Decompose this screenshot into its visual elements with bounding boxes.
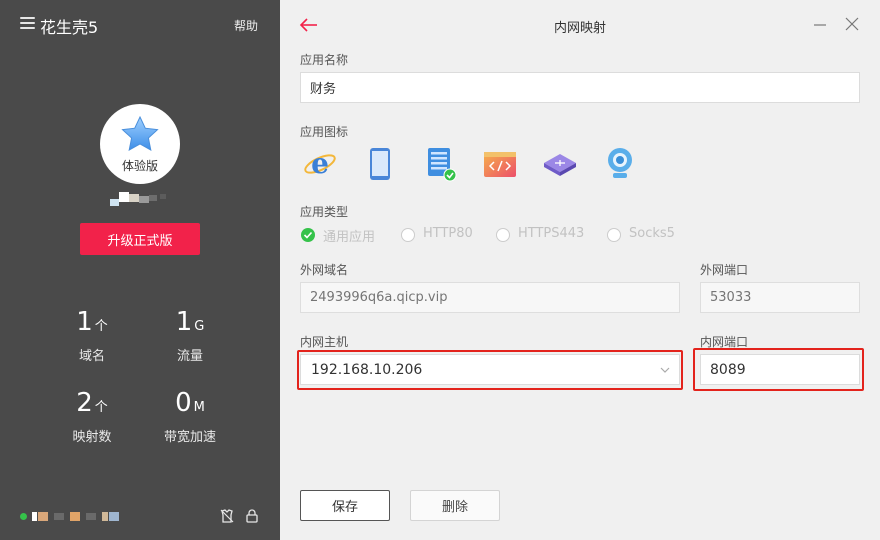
highlight-box-internal-host — [297, 350, 683, 390]
mapping-panel: 内网映射 应用名称 应用图标 e — [280, 0, 880, 540]
app-icon-label: 应用图标 — [300, 125, 349, 139]
stat-mappings: 2个 映射数 — [72, 388, 112, 445]
external-domain-label: 外网域名 — [300, 263, 349, 277]
delete-button[interactable]: 删除 — [410, 490, 500, 521]
lock-icon[interactable] — [244, 508, 260, 524]
star-icon — [121, 116, 159, 151]
mobile-phone-icon[interactable] — [362, 146, 398, 182]
radio-unchecked-icon — [607, 228, 621, 242]
server-list-icon[interactable] — [422, 146, 458, 182]
radio-checked-icon — [301, 228, 315, 242]
code-window-icon[interactable] — [482, 146, 518, 182]
stat-traffic: 1G 流量 — [175, 307, 205, 364]
app-name-label: 应用名称 — [300, 53, 349, 67]
radio-unchecked-icon — [401, 228, 415, 242]
ie-browser-icon[interactable]: e — [302, 146, 338, 182]
save-button[interactable]: 保存 — [300, 490, 390, 521]
page-title: 内网映射 — [553, 21, 606, 36]
ip-address-redacted — [30, 509, 130, 523]
stat-domains: 1个 域名 — [76, 307, 108, 364]
sidebar: 花生壳5 帮助 体验版 升级正式版 1个 域名 1G 流量 2个 映射数 0 M… — [0, 0, 280, 540]
svg-text:e: e — [311, 147, 329, 180]
app-name-input[interactable] — [300, 72, 860, 103]
online-status-dot — [20, 513, 27, 520]
hamburger-menu-icon[interactable] — [20, 17, 35, 31]
avatar[interactable]: 体验版 — [100, 104, 180, 184]
app-type-label: 应用类型 — [300, 205, 349, 219]
edition-label: 体验版 — [121, 159, 158, 173]
app-title: 花生壳5 — [40, 18, 99, 37]
radio-unchecked-icon — [496, 228, 510, 242]
skin-icon[interactable] — [219, 508, 235, 524]
highlight-box-internal-port — [693, 348, 864, 391]
webcam-icon[interactable] — [602, 146, 638, 182]
router-icon[interactable] — [542, 146, 578, 182]
external-port-input — [700, 282, 860, 313]
help-link[interactable]: 帮助 — [234, 17, 258, 34]
internal-host-label: 内网主机 — [300, 335, 349, 349]
minimize-icon[interactable] — [812, 16, 828, 32]
external-port-label: 外网端口 — [700, 263, 749, 277]
close-icon[interactable] — [844, 16, 860, 32]
external-domain-input — [300, 282, 680, 313]
upgrade-button[interactable]: 升级正式版 — [80, 223, 200, 255]
stat-bandwidth: 0M 带宽加速 — [163, 388, 216, 445]
account-name-redacted — [110, 190, 172, 208]
